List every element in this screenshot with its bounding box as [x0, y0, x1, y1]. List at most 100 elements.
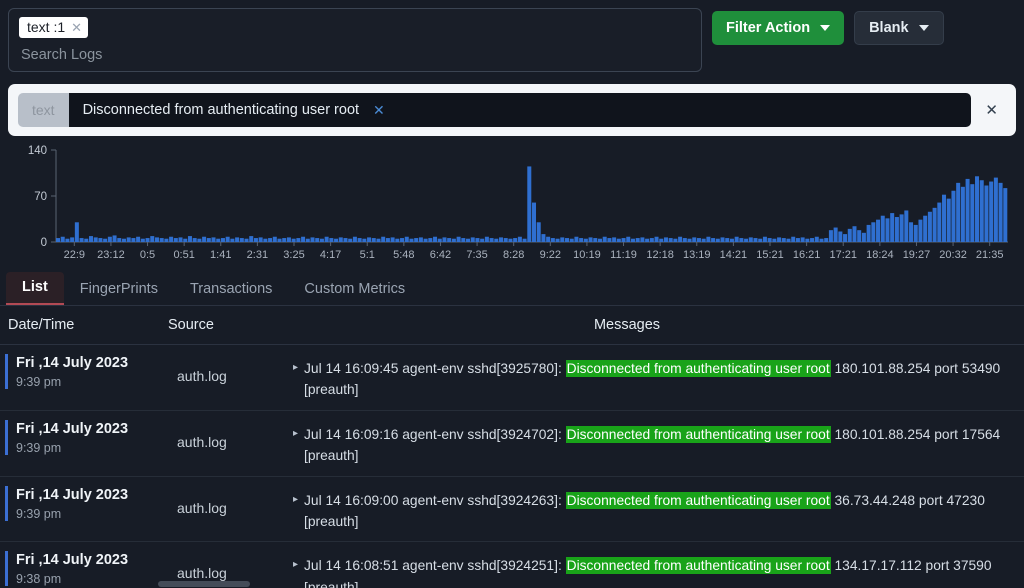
table-row[interactable]: Fri ,14 July 20239:39 pmauth.log▸Jul 14 …	[0, 345, 1024, 411]
svg-text:4:17: 4:17	[320, 249, 341, 261]
svg-text:19:27: 19:27	[903, 249, 931, 261]
filter-value-close-icon[interactable]: ✕	[373, 102, 385, 119]
column-header-datetime[interactable]: Date/Time	[0, 317, 168, 333]
row-datetime-cell: Fri ,14 July 2023 9:39 pm	[5, 486, 173, 521]
chevron-right-icon[interactable]: ▸	[293, 490, 298, 533]
tab-list[interactable]: List	[6, 272, 64, 305]
filter-key-label: text	[18, 93, 69, 127]
svg-text:23:12: 23:12	[97, 249, 125, 261]
svg-text:18:24: 18:24	[866, 249, 894, 261]
active-filter-pill[interactable]: text Disconnected from authenticating us…	[18, 93, 971, 127]
svg-text:1:41: 1:41	[210, 249, 231, 261]
message-prefix: Jul 14 16:09:45 agent-env sshd[3925780]:	[304, 361, 566, 376]
message-prefix: Jul 14 16:09:16 agent-env sshd[3924702]:	[304, 427, 566, 442]
table-row[interactable]: Fri ,14 July 20239:39 pmauth.log▸Jul 14 …	[0, 477, 1024, 543]
svg-text:8:28: 8:28	[503, 249, 524, 261]
chart-svg: 0 70 140 22:9 23:12 0:5 0:51 1:41 2:31 3:25 4:17 5:…	[8, 142, 1016, 268]
svg-text:5:48: 5:48	[393, 249, 414, 261]
tab-transactions[interactable]: Transactions	[174, 274, 288, 305]
filter-value-field[interactable]: Disconnected from authenticating user ro…	[69, 93, 972, 127]
svg-text:2:31: 2:31	[247, 249, 268, 261]
row-message-cell: ▸Jul 14 16:09:00 agent-env sshd[3924263]…	[293, 486, 1024, 533]
svg-text:21:35: 21:35	[976, 249, 1004, 261]
column-header-messages[interactable]: Messages	[288, 317, 1024, 333]
row-message-cell: ▸Jul 14 16:08:51 agent-env sshd[3924251]…	[293, 551, 1024, 588]
filter-value-text: Disconnected from authenticating user ro…	[83, 102, 359, 118]
chart-canvas: 0 70 140 22:9 23:12 0:5 0:51 1:41 2:31 3:25 4:17 5:…	[8, 142, 1016, 268]
tab-fingerprints[interactable]: FingerPrints	[64, 274, 174, 305]
message-highlight: Disconnected from authenticating user ro…	[566, 492, 831, 509]
message-highlight: Disconnected from authenticating user ro…	[566, 360, 831, 377]
horizontal-scrollbar[interactable]	[158, 581, 250, 587]
search-input[interactable]: text :1 ✕ Search Logs	[8, 8, 702, 72]
svg-text:70: 70	[34, 191, 47, 203]
row-source: auth.log	[173, 551, 293, 581]
row-time: 9:39 pm	[16, 441, 173, 455]
row-source: auth.log	[173, 420, 293, 450]
row-message-text: Jul 14 16:08:51 agent-env sshd[3924251]:…	[304, 555, 1018, 588]
svg-text:3:25: 3:25	[283, 249, 304, 261]
svg-text:10:19: 10:19	[573, 249, 601, 261]
row-time: 9:39 pm	[16, 507, 173, 521]
search-placeholder: Search Logs	[19, 47, 691, 63]
chevron-right-icon[interactable]: ▸	[293, 424, 298, 467]
column-header-source[interactable]: Source	[168, 317, 288, 333]
svg-text:0:5: 0:5	[140, 249, 155, 261]
filter-card-close-icon[interactable]: ✕	[971, 101, 1008, 119]
message-prefix: Jul 14 16:08:51 agent-env sshd[3924251]:	[304, 558, 566, 573]
row-message-cell: ▸Jul 14 16:09:16 agent-env sshd[3924702]…	[293, 420, 1024, 467]
row-date: Fri ,14 July 2023	[16, 420, 173, 438]
svg-text:7:35: 7:35	[466, 249, 487, 261]
message-prefix: Jul 14 16:09:00 agent-env sshd[3924263]:	[304, 493, 566, 508]
svg-text:16:21: 16:21	[793, 249, 821, 261]
svg-text:0: 0	[41, 237, 47, 249]
table-header-row: Date/Time Source Messages	[0, 306, 1024, 345]
row-date: Fri ,14 July 2023	[16, 551, 173, 569]
chevron-right-icon[interactable]: ▸	[293, 358, 298, 401]
log-table: Date/Time Source Messages Fri ,14 July 2…	[0, 306, 1024, 588]
blank-label: Blank	[869, 20, 909, 36]
histogram-chart: 0 70 140 22:9 23:12 0:5 0:51 1:41 2:31 3:25 4:17 5:…	[8, 142, 1016, 268]
row-message-cell: ▸Jul 14 16:09:45 agent-env sshd[3925780]…	[293, 354, 1024, 401]
chevron-down-icon	[820, 25, 830, 31]
row-datetime-cell: Fri ,14 July 2023 9:39 pm	[5, 420, 173, 455]
row-time: 9:38 pm	[16, 572, 173, 586]
active-filter-card: text Disconnected from authenticating us…	[8, 84, 1016, 136]
message-highlight: Disconnected from authenticating user ro…	[566, 557, 831, 574]
svg-text:140: 140	[28, 145, 47, 157]
tab-custom-metrics[interactable]: Custom Metrics	[288, 274, 421, 305]
row-source: auth.log	[173, 354, 293, 384]
row-time: 9:39 pm	[16, 375, 173, 389]
svg-text:9:22: 9:22	[540, 249, 561, 261]
log-viewer-app: text :1 ✕ Search Logs Filter Action Blan…	[0, 0, 1024, 588]
table-row[interactable]: Fri ,14 July 20239:38 pmauth.log▸Jul 14 …	[0, 542, 1024, 588]
svg-text:0:51: 0:51	[173, 249, 194, 261]
svg-text:13:19: 13:19	[683, 249, 711, 261]
search-toolbar: text :1 ✕ Search Logs Filter Action Blan…	[0, 0, 1024, 80]
filter-action-button[interactable]: Filter Action	[712, 11, 844, 45]
search-tag-chip[interactable]: text :1 ✕	[19, 17, 88, 38]
table-row[interactable]: Fri ,14 July 20239:39 pmauth.log▸Jul 14 …	[0, 411, 1024, 477]
row-date: Fri ,14 July 2023	[16, 354, 173, 372]
row-message-text: Jul 14 16:09:45 agent-env sshd[3925780]:…	[304, 358, 1018, 401]
row-datetime-cell: Fri ,14 July 2023 9:38 pm	[5, 551, 173, 586]
row-message-text: Jul 14 16:09:00 agent-env sshd[3924263]:…	[304, 490, 1018, 533]
search-tag-close-icon[interactable]: ✕	[71, 21, 82, 35]
row-source: auth.log	[173, 486, 293, 516]
row-date: Fri ,14 July 2023	[16, 486, 173, 504]
svg-text:22:9: 22:9	[64, 249, 85, 261]
chevron-right-icon[interactable]: ▸	[293, 555, 298, 588]
table-body: Fri ,14 July 20239:39 pmauth.log▸Jul 14 …	[0, 345, 1024, 588]
row-message-text: Jul 14 16:09:16 agent-env sshd[3924702]:…	[304, 424, 1018, 467]
chevron-down-icon	[919, 25, 929, 31]
svg-text:11:19: 11:19	[610, 249, 637, 261]
message-highlight: Disconnected from authenticating user ro…	[566, 426, 831, 443]
svg-text:14:21: 14:21	[720, 249, 748, 261]
filter-action-label: Filter Action	[726, 20, 810, 36]
svg-text:20:32: 20:32	[939, 249, 967, 261]
svg-text:17:21: 17:21	[829, 249, 857, 261]
svg-text:15:21: 15:21	[756, 249, 784, 261]
svg-text:12:18: 12:18	[646, 249, 674, 261]
row-datetime-cell: Fri ,14 July 2023 9:39 pm	[5, 354, 173, 389]
blank-dropdown-button[interactable]: Blank	[854, 11, 944, 45]
